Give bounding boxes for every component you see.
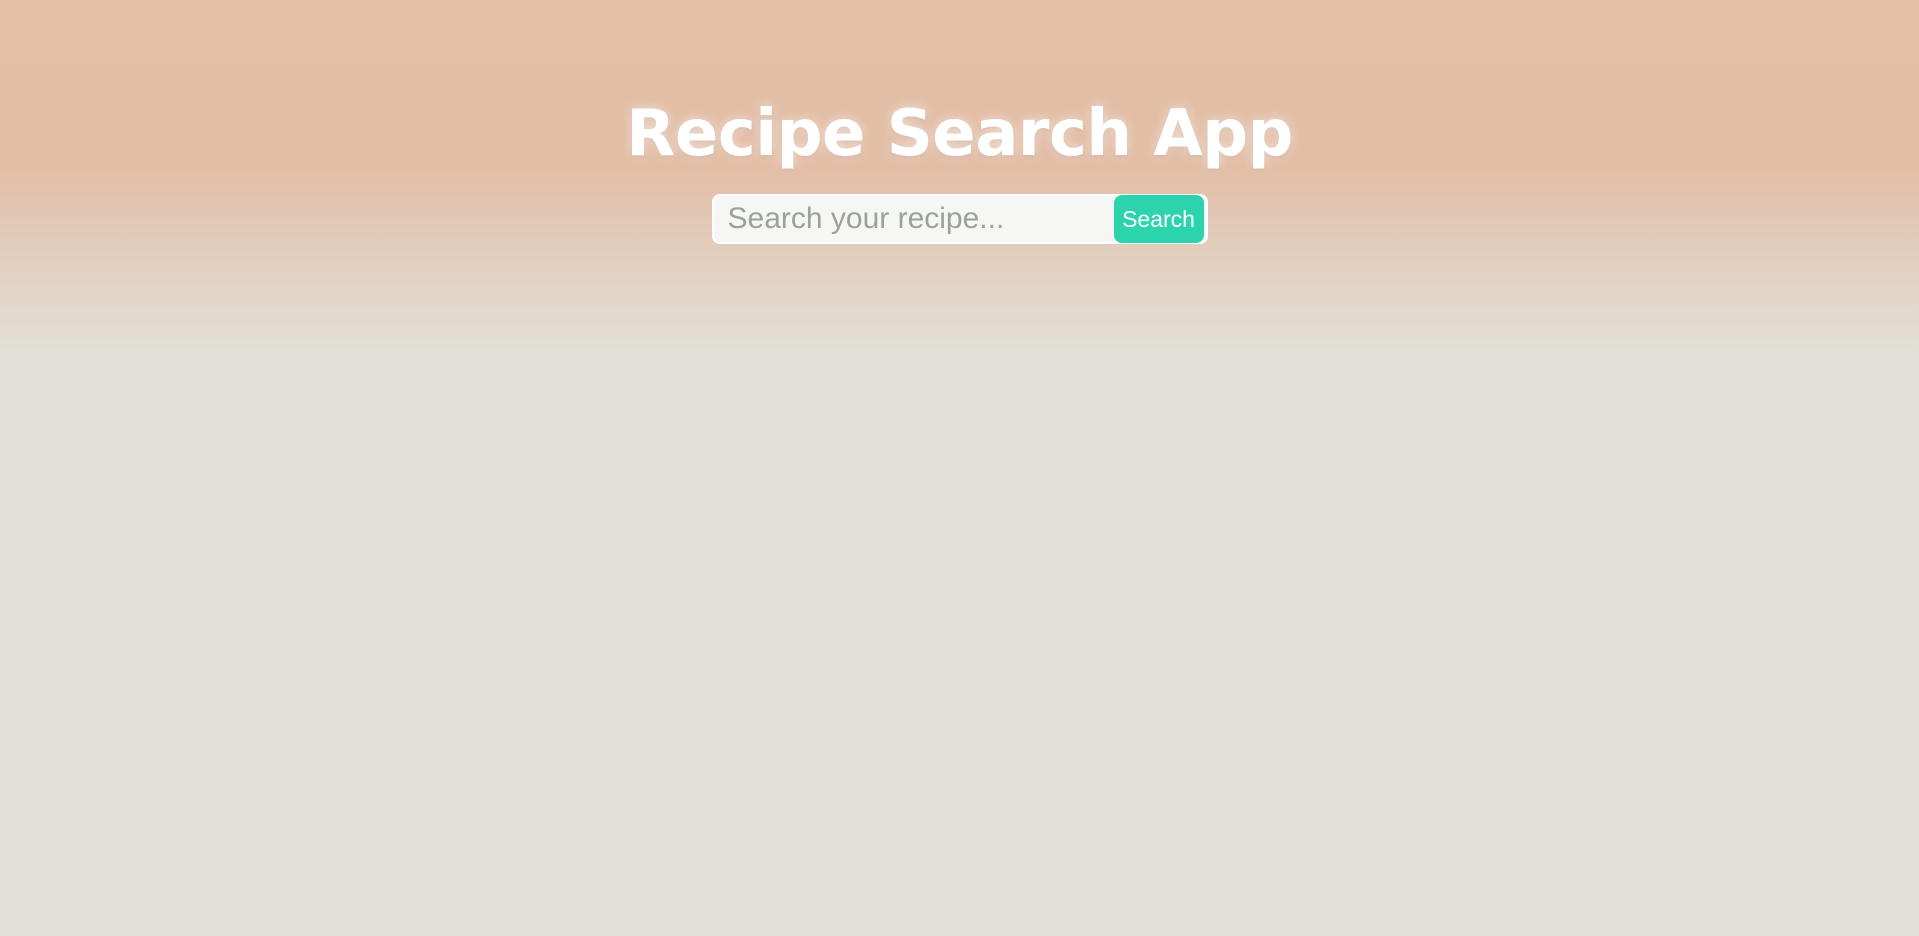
- page-title: Recipe Search App: [626, 97, 1293, 171]
- search-button[interactable]: Search: [1113, 195, 1204, 243]
- search-form: Search: [711, 194, 1208, 244]
- page-header: Recipe Search App Search: [0, 0, 1919, 244]
- search-input[interactable]: [727, 198, 1114, 240]
